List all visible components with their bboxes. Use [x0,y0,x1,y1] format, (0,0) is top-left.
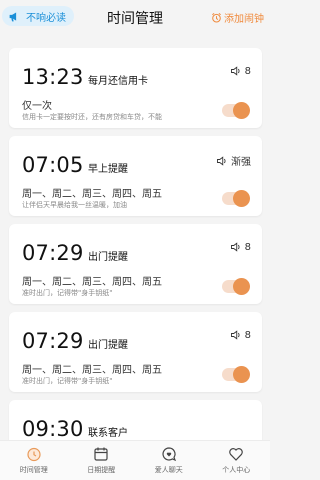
alarm-note: 信用卡一定要按时还，还有房贷和车贷，不能 [22,113,162,121]
alarm-card[interactable]: 09:30 联系客户 [9,400,262,440]
alarm-title: 早上提醒 [88,164,128,175]
alarm-repeat: 周一、周二、周三、周四、周五 [22,189,162,200]
top-bar: 不响必读 时间管理 添加闹钟 [0,0,270,34]
alarm-title: 出门提醒 [88,340,128,351]
alarm-time: 07:29 [22,241,84,265]
alarm-note: 准时出门，记得带"身手钥纸" [22,377,113,385]
alarm-note: 准时出门，记得带"身手钥纸" [22,289,113,297]
alarm-note: 让伴侣天早晨给我一丝温暖，加油 [22,201,127,209]
alarm-sound-value: 8 [244,241,251,253]
alarm-sound-value: 8 [244,329,251,341]
alarm-sound[interactable]: 渐强 [216,153,251,168]
tab-date-reminder[interactable]: 日期提醒 [68,441,136,480]
alarm-title: 出门提醒 [88,252,128,263]
alarm-toggle[interactable] [222,190,250,207]
alarm-toggle[interactable] [222,278,250,295]
tab-personal-center[interactable]: 个人中心 [203,441,271,480]
alarm-time: 07:05 [22,153,84,177]
alarm-repeat: 周一、周二、周三、周四、周五 [22,365,162,376]
alarm-sound-value: 渐强 [231,157,251,168]
alarm-card[interactable]: 07:05 早上提醒 渐强 周一、周二、周三、周四、周五 让伴侣天早晨给我一丝温… [9,136,262,216]
alarm-sound[interactable]: 8 [230,241,251,253]
calendar-icon [94,447,108,461]
tab-label: 日期提醒 [87,466,116,474]
alarm-clock-icon [27,447,41,462]
tab-label: 个人中心 [222,466,251,474]
bottom-tab-bar: 时间管理 日期提醒 爱人聊天 个人中心 [0,440,270,480]
speaker-icon [230,330,240,340]
alarm-repeat: 仅一次 [22,101,52,112]
speaker-icon [217,155,226,166]
tab-lover-chat[interactable]: 爱人聊天 [135,441,203,480]
alarm-title: 联系客户 [88,428,128,439]
alarm-toggle[interactable] [222,102,250,119]
speaker-icon [230,66,240,76]
heart-icon [229,448,244,461]
alarm-toggle[interactable] [222,366,250,383]
alarm-time: 13:23 [22,65,84,89]
alarm-card[interactable]: 07:29 出门提醒 8 周一、周二、周三、周四、周五 准时出门，记得带"身手钥… [9,312,262,392]
alarm-card[interactable]: 07:29 出门提醒 8 周一、周二、周三、周四、周五 准时出门，记得带"身手钥… [9,224,262,304]
chat-heart-icon [162,447,176,462]
alarm-card[interactable]: 13:23 每月还信用卡 8 仅一次 信用卡一定要按时还，还有房贷和车贷，不能 [9,48,262,128]
alarm-time: 07:29 [22,329,84,353]
alarm-clock-icon [212,12,221,23]
alarm-title: 每月还信用卡 [88,76,148,87]
alarm-sound[interactable]: 8 [230,65,251,77]
alarm-sound-value: 8 [244,65,251,77]
alarm-repeat: 周一、周二、周三、周四、周五 [22,277,162,288]
tab-time-management[interactable]: 时间管理 [0,441,68,480]
alarm-sound[interactable]: 8 [230,329,251,341]
speaker-icon [230,242,240,252]
tab-label: 时间管理 [19,466,48,474]
add-alarm-label: 添加闹钟 [224,14,264,25]
add-alarm-button[interactable]: 添加闹钟 [211,10,264,25]
tab-label: 爱人聊天 [154,466,183,474]
alarm-list[interactable]: 13:23 每月还信用卡 8 仅一次 信用卡一定要按时还，还有房贷和车贷，不能 … [0,34,270,440]
alarm-time: 09:30 [22,417,84,440]
